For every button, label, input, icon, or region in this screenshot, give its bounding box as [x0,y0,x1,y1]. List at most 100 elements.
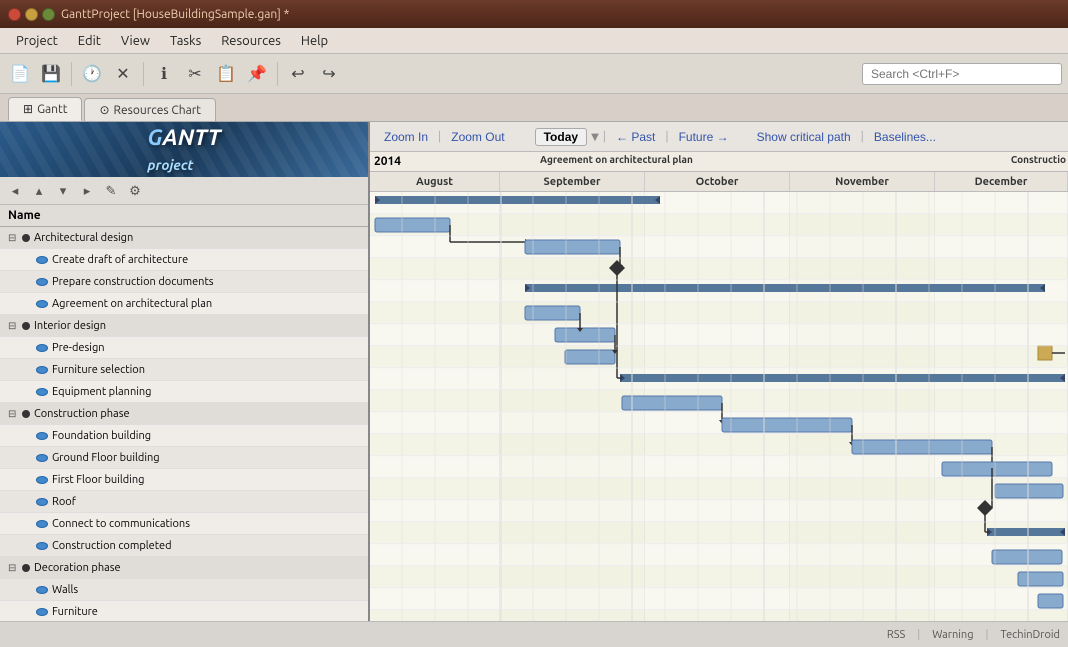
indent-button[interactable]: ▸ [76,180,98,202]
past-button[interactable]: ← Past [610,128,661,146]
move-up-button[interactable]: ▴ [28,180,50,202]
today-button[interactable]: Today [535,128,587,146]
bar-foundation[interactable] [622,396,722,410]
bar-decoration-phase[interactable] [987,528,1065,536]
task-bullet-icon [36,608,48,616]
task-bullet-icon [36,542,48,550]
task-row[interactable]: Ground Floor building [0,447,368,469]
bar-construction-phase[interactable] [620,374,1065,382]
bar-communications[interactable] [995,484,1063,498]
bar-furniture[interactable] [1018,572,1063,586]
task-properties-button[interactable]: 🕐 [78,60,106,88]
gantt-year-header: 2014 Agreement on architectural plan Con… [370,152,1068,172]
task-bullet-icon [36,454,48,462]
copy-button[interactable]: 📋 [212,60,240,88]
future-button[interactable]: Future → [673,128,735,146]
task-label: Foundation building [52,430,151,442]
task-row[interactable]: ⊟ Decoration phase [0,557,368,579]
task-row[interactable]: Pre-design [0,337,368,359]
bar-furniture-sel[interactable] [555,328,615,342]
task-row[interactable]: ⊟ Architectural design [0,227,368,249]
expand-icon[interactable]: ⊟ [8,320,22,332]
gantt-chart-area[interactable] [370,192,1068,621]
minimize-button[interactable] [25,8,38,21]
new-project-button[interactable]: 📄 [6,60,34,88]
edit-task-button[interactable]: ✎ [100,180,122,202]
expand-icon[interactable]: ⊟ [8,408,22,420]
menu-help[interactable]: Help [291,32,338,50]
task-label: Pre-design [52,342,105,354]
task-row[interactable]: Furniture selection [0,359,368,381]
task-list-header: Name [0,205,368,227]
task-label: Construction phase [34,408,130,420]
task-bullet-icon [36,586,48,594]
task-row[interactable]: Prepare construction documents [0,271,368,293]
bar-roof[interactable] [942,462,1052,476]
menu-view[interactable]: View [111,32,160,50]
task-row[interactable]: Furniture [0,601,368,621]
close-button[interactable] [8,8,21,21]
task-row[interactable]: Walls [0,579,368,601]
critical-path-button[interactable]: Show critical path [751,128,857,146]
window-controls[interactable] [8,8,55,21]
menu-project[interactable]: Project [6,32,68,50]
task-row[interactable]: Foundation building [0,425,368,447]
gantt-toolbar: Zoom In | Zoom Out Today ▼ | ← Past | Fu… [370,122,1068,152]
save-button[interactable]: 💾 [37,60,65,88]
task-tools-button[interactable]: ⚙ [124,180,146,202]
tab-gantt[interactable]: ⊞ Gantt [8,97,82,121]
bar-interior-design[interactable] [525,284,1045,292]
cut-button[interactable]: ✂ [181,60,209,88]
move-down-button[interactable]: ▾ [52,180,74,202]
tab-resources[interactable]: ⊙ Resources Chart [84,98,216,121]
group-icon [22,322,30,330]
task-row[interactable]: Roof [0,491,368,513]
bar-create-draft[interactable] [375,218,450,232]
task-row[interactable]: Construction completed [0,535,368,557]
month-october: October [645,172,790,191]
task-row[interactable]: Create draft of architecture [0,249,368,271]
paste-button[interactable]: 📌 [243,60,271,88]
bar-special[interactable] [1038,346,1052,360]
bar-ground-floor[interactable] [722,418,852,432]
maximize-button[interactable] [42,8,55,21]
zoom-in-button[interactable]: Zoom In [378,128,434,146]
task-label: Furniture [52,606,98,618]
bar-equipment[interactable] [565,350,615,364]
undo-button[interactable]: ↩ [284,60,312,88]
menu-edit[interactable]: Edit [68,32,111,50]
info-button[interactable]: ℹ [150,60,178,88]
task-row[interactable]: Agreement on architectural plan [0,293,368,315]
bar-prepare-construction[interactable] [525,240,620,254]
bar-arch-design[interactable] [375,196,660,204]
outdent-button[interactable]: ◂ [4,180,26,202]
bar-walls[interactable] [992,550,1062,564]
toolbar-sep-3 [277,62,278,86]
task-label: Interior design [34,320,106,332]
task-panel-toolbar: ◂ ▴ ▾ ▸ ✎ ⚙ [0,177,368,205]
redo-button[interactable]: ↪ [315,60,343,88]
delete-button[interactable]: ✕ [109,60,137,88]
task-row[interactable]: ⊟ Interior design [0,315,368,337]
task-row[interactable]: First Floor building [0,469,368,491]
menu-tasks[interactable]: Tasks [160,32,211,50]
gantt-year-label: 2014 [374,155,401,168]
menubar: Project Edit View Tasks Resources Help [0,28,1068,54]
task-row[interactable]: Connect to communications [0,513,368,535]
expand-icon[interactable]: ⊟ [8,232,22,244]
bar-first-floor[interactable] [852,440,992,454]
gantt-month-headers: August September October November Decemb… [370,172,1068,192]
gantt-panel: Zoom In | Zoom Out Today ▼ | ← Past | Fu… [370,122,1068,621]
expand-icon[interactable]: ⊟ [8,562,22,574]
search-input[interactable] [862,63,1062,85]
bar-family[interactable] [1038,594,1063,608]
zoom-out-button[interactable]: Zoom Out [445,128,510,146]
task-row[interactable]: ⊟ Construction phase [0,403,368,425]
task-list[interactable]: ⊟ Architectural design Create draft of a… [0,227,368,621]
task-row[interactable]: Equipment planning [0,381,368,403]
task-label: First Floor building [52,474,144,486]
baselines-button[interactable]: Baselines... [868,128,942,146]
task-label: Architectural design [34,232,133,244]
month-label: August [416,176,453,188]
menu-resources[interactable]: Resources [211,32,291,50]
